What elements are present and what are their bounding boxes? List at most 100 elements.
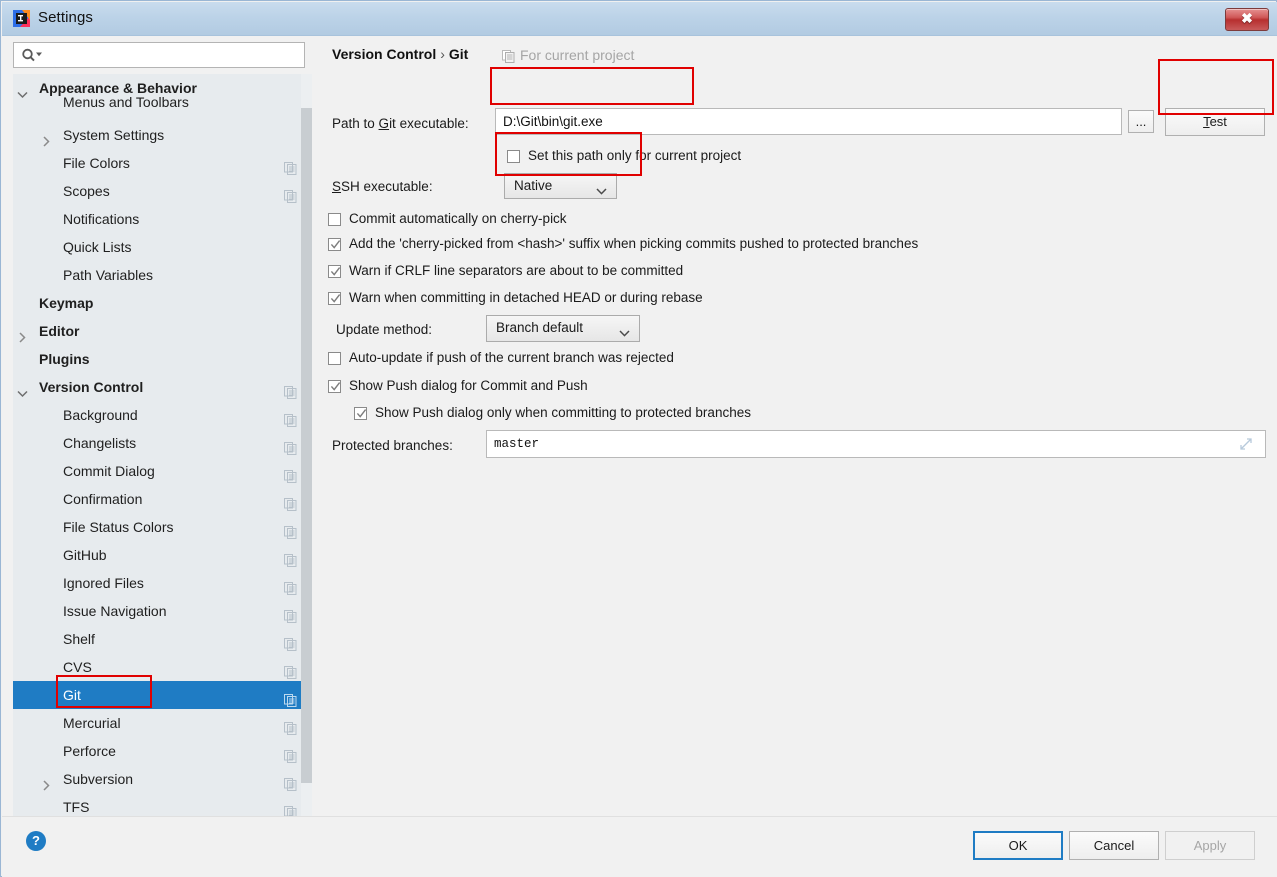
sidebar-item-label: Path Variables xyxy=(63,267,154,283)
sidebar-item-plugins[interactable]: Plugins xyxy=(13,345,312,373)
settings-dialog-window: Settings ✖ Appearance & Behavior Menus an… xyxy=(0,0,1277,877)
sidebar-item-label: Menus and Toolbars xyxy=(63,96,189,110)
apply-button: Apply xyxy=(1165,831,1255,860)
sidebar-item-issue-navigation[interactable]: Issue Navigation xyxy=(13,597,312,625)
settings-category-tree[interactable]: Appearance & Behavior Menus and Toolbars S… xyxy=(13,74,312,854)
sidebar-item-mercurial[interactable]: Mercurial xyxy=(13,709,312,737)
cancel-button[interactable]: Cancel xyxy=(1069,831,1159,860)
sidebar-item-label: Mercurial xyxy=(63,715,121,731)
sidebar-item-perforce[interactable]: Perforce xyxy=(13,737,312,765)
sidebar-item-editor[interactable]: Editor xyxy=(13,317,312,345)
expand-arrows-icon[interactable] xyxy=(1239,437,1252,450)
sidebar-item-notifications[interactable]: Notifications xyxy=(13,205,312,233)
path-label-post: it executable: xyxy=(389,116,469,131)
chevron-down-icon[interactable] xyxy=(17,82,28,99)
sidebar-item-label: Issue Navigation xyxy=(63,603,167,619)
sidebar-item-cvs[interactable]: CVS xyxy=(13,653,312,681)
project-scope-icon xyxy=(284,521,297,539)
update-method-combo[interactable]: Branch default xyxy=(486,315,640,342)
close-button[interactable]: ✖ xyxy=(1225,8,1269,31)
sidebar-item-subversion[interactable]: Subversion xyxy=(13,765,312,793)
sidebar-item-path-variables[interactable]: Path Variables xyxy=(13,261,312,289)
sidebar-item-menus-and-toolbars[interactable]: Menus and Toolbars xyxy=(13,96,312,124)
path-to-git-label: Path to Git executable: xyxy=(332,116,469,131)
dialog-footer: ? OK Cancel Apply xyxy=(2,816,1277,875)
path-label-pre: Path to xyxy=(332,116,379,131)
sidebar-item-quick-lists[interactable]: Quick Lists xyxy=(13,233,312,261)
checkbox-toggle[interactable] xyxy=(328,238,341,251)
checkbox-label: Show Push dialog only when committing to… xyxy=(375,405,751,420)
project-scope-icon xyxy=(284,689,297,707)
sidebar-item-changelists[interactable]: Changelists xyxy=(13,429,312,457)
sidebar-item-system-settings[interactable]: System Settings xyxy=(13,121,312,149)
sidebar-item-file-status-colors[interactable]: File Status Colors xyxy=(13,513,312,541)
sidebar-item-label: Ignored Files xyxy=(63,575,144,591)
browse-button[interactable]: ... xyxy=(1128,110,1154,133)
sidebar-item-label: Editor xyxy=(39,323,80,339)
ssh-executable-combo[interactable]: Native xyxy=(504,173,617,199)
checkbox-toggle[interactable] xyxy=(328,292,341,305)
title-bar: Settings ✖ xyxy=(2,2,1277,36)
sidebar-item-version-control[interactable]: Version Control xyxy=(13,373,312,401)
sidebar-scrollbar-thumb[interactable] xyxy=(301,108,312,783)
project-scope-icon xyxy=(284,745,297,763)
chevron-right-icon[interactable] xyxy=(41,129,52,147)
sidebar-item-label: Confirmation xyxy=(63,491,143,507)
update-method-label: Update method: xyxy=(336,322,433,337)
breadcrumb-separator: › xyxy=(440,46,445,62)
sidebar-item-label: CVS xyxy=(63,659,92,675)
chevron-right-icon[interactable] xyxy=(41,773,52,791)
set-path-only-label: Set this path only for current project xyxy=(528,148,742,163)
sidebar-item-label: Subversion xyxy=(63,771,134,787)
sidebar-item-label: Changelists xyxy=(63,435,137,451)
checkbox-toggle[interactable] xyxy=(328,265,341,278)
breadcrumb-current: Git xyxy=(448,46,469,62)
project-scope-icon xyxy=(284,577,297,595)
sidebar-item-scopes[interactable]: Scopes xyxy=(13,177,312,205)
sidebar-item-git[interactable]: Git xyxy=(13,681,312,709)
sidebar-item-file-colors[interactable]: File Colors xyxy=(13,149,312,177)
git-executable-path-input[interactable] xyxy=(495,108,1122,135)
ok-button[interactable]: OK xyxy=(973,831,1063,860)
search-box[interactable] xyxy=(13,42,305,68)
sidebar-item-ignored-files[interactable]: Ignored Files xyxy=(13,569,312,597)
window-title: Settings xyxy=(38,9,93,26)
sidebar-item-label: Scopes xyxy=(63,183,110,199)
sidebar-item-keymap[interactable]: Keymap xyxy=(13,289,312,317)
sidebar-item-label: Keymap xyxy=(39,295,94,311)
dialog-content: Appearance & Behavior Menus and Toolbars S… xyxy=(2,36,1277,877)
project-scope-icon xyxy=(284,493,297,511)
test-button[interactable]: Test xyxy=(1165,108,1265,136)
checkbox-toggle[interactable] xyxy=(354,407,367,420)
sidebar-item-shelf[interactable]: Shelf xyxy=(13,625,312,653)
breadcrumb-root[interactable]: Version Control xyxy=(332,46,436,62)
copy-scope-icon xyxy=(502,50,515,63)
breadcrumb: Version Control › Git xyxy=(332,46,468,62)
git-settings-panel: Version Control › Git For current project … xyxy=(314,36,1277,854)
chevron-down-icon xyxy=(619,325,630,337)
sidebar-item-github[interactable]: GitHub xyxy=(13,541,312,569)
for-current-project-label: For current project xyxy=(520,47,635,63)
search-input[interactable] xyxy=(46,46,300,66)
protected-branches-label: Protected branches: xyxy=(332,438,453,453)
project-scope-icon xyxy=(284,661,297,679)
ssh-executable-label: SSH executable: xyxy=(332,179,433,194)
help-button[interactable]: ? xyxy=(26,831,46,851)
set-path-only-checkbox[interactable] xyxy=(507,150,520,163)
sidebar-item-label: Version Control xyxy=(39,379,144,395)
sidebar-item-confirmation[interactable]: Confirmation xyxy=(13,485,312,513)
update-method-value: Branch default xyxy=(496,320,584,335)
protected-branches-input[interactable] xyxy=(486,430,1266,458)
checkbox-label: Show Push dialog for Commit and Push xyxy=(349,378,588,393)
chevron-right-icon[interactable] xyxy=(17,325,28,343)
checkbox-toggle[interactable] xyxy=(328,352,341,365)
sidebar-item-commit-dialog[interactable]: Commit Dialog xyxy=(13,457,312,485)
chevron-down-icon[interactable] xyxy=(17,381,28,398)
sidebar-item-background[interactable]: Background xyxy=(13,401,312,429)
sidebar-item-label: File Colors xyxy=(63,155,130,171)
sidebar-scrollbar-track[interactable] xyxy=(301,74,312,854)
checkbox-toggle[interactable] xyxy=(328,213,341,226)
checkbox-toggle[interactable] xyxy=(328,380,341,393)
chevron-down-icon xyxy=(596,183,607,195)
path-label-mnemonic: G xyxy=(378,116,390,131)
